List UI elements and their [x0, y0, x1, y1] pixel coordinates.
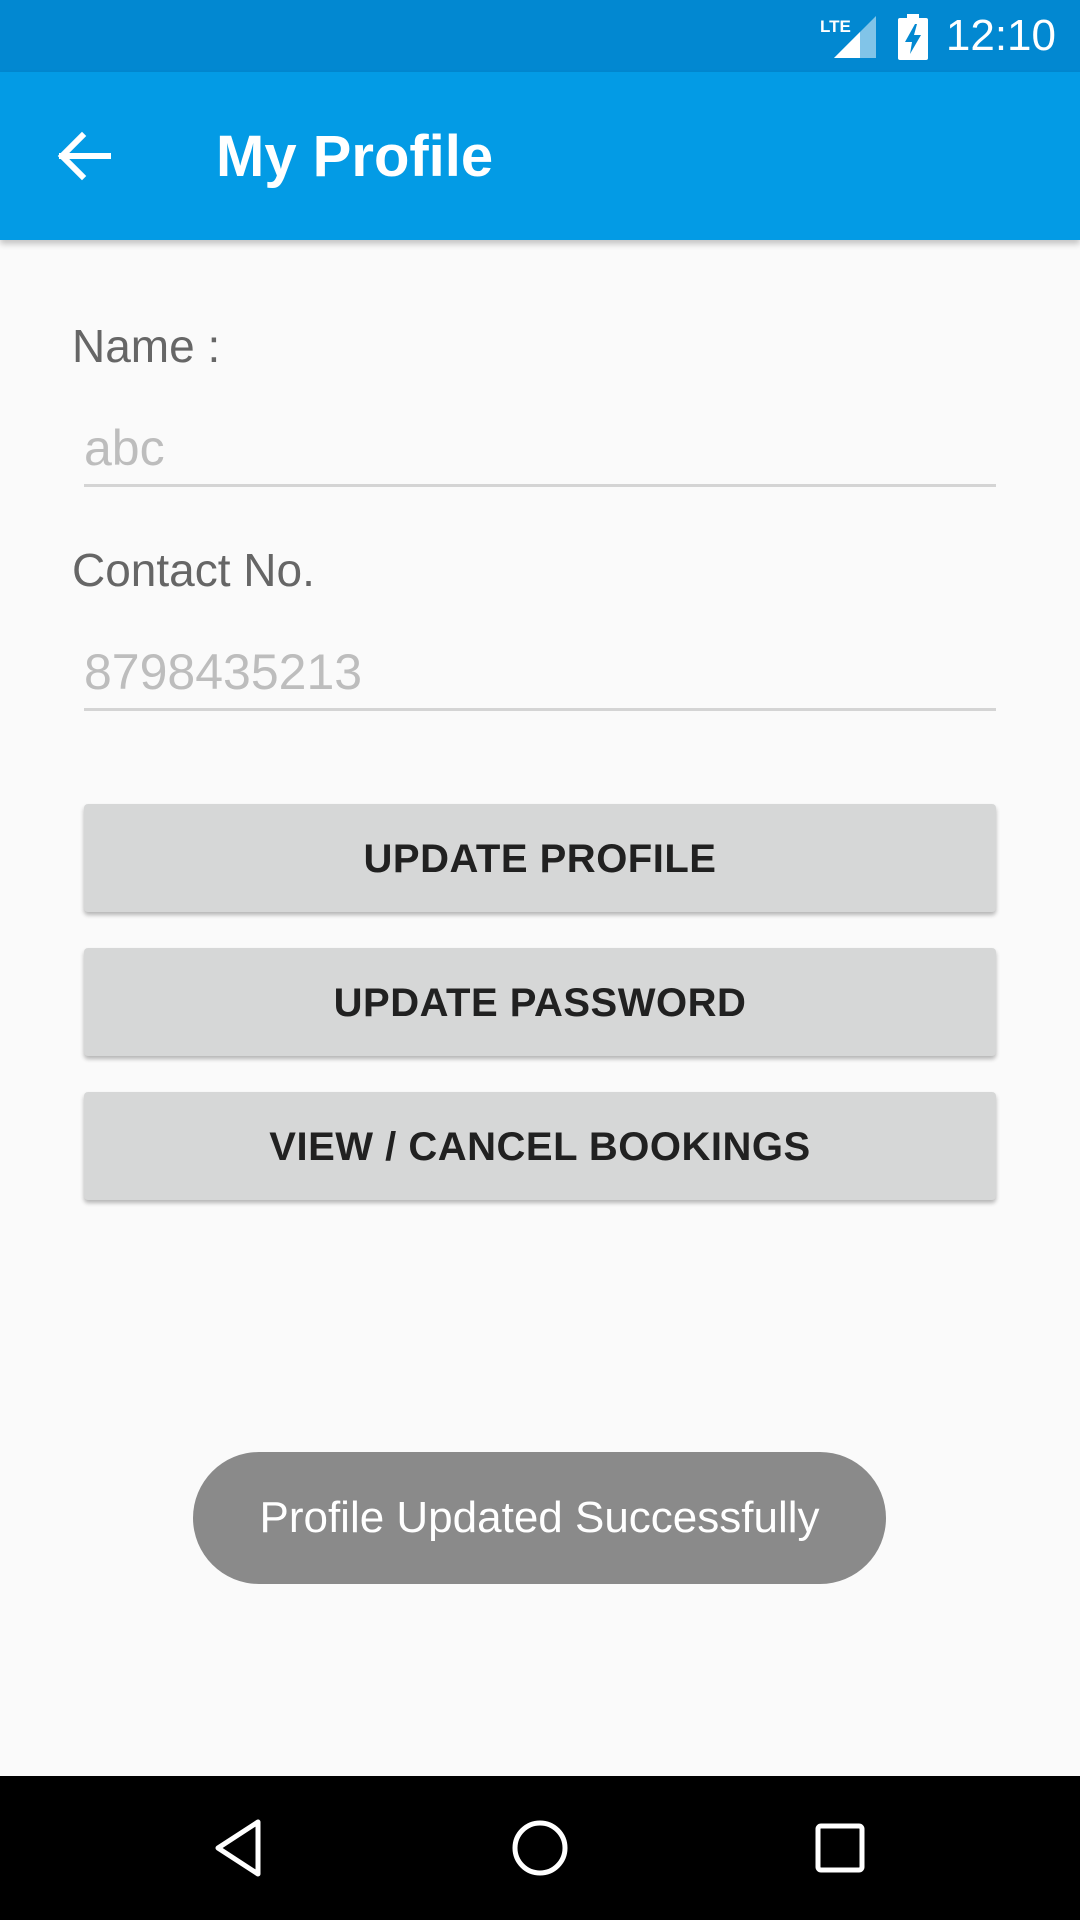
- nav-recents-button[interactable]: [804, 1812, 876, 1884]
- nav-home-button[interactable]: [504, 1812, 576, 1884]
- update-profile-button[interactable]: UPDATE PROFILE: [84, 804, 996, 912]
- arrow-back-icon: [44, 131, 124, 200]
- navigation-bar: [0, 1776, 1080, 1920]
- status-bar: LTE 12:10: [0, 0, 1080, 72]
- svg-text:LTE: LTE: [820, 17, 851, 36]
- app-bar: My Profile: [0, 72, 1080, 240]
- toast-message: Profile Updated Successfully: [193, 1452, 886, 1584]
- contact-label: Contact No.: [72, 544, 315, 596]
- nav-recents-icon: [804, 1823, 876, 1888]
- page-title: My Profile: [216, 124, 494, 189]
- profile-screen: LTE 12:10 My Profile Name : Contact N: [0, 0, 1080, 1920]
- back-button[interactable]: [44, 116, 124, 196]
- name-label: Name :: [72, 320, 221, 372]
- name-field[interactable]: [84, 412, 996, 487]
- contact-field[interactable]: [84, 636, 996, 711]
- status-time: 12:10: [945, 11, 1056, 60]
- lte-signal-icon: LTE: [820, 14, 876, 58]
- update-password-button[interactable]: UPDATE PASSWORD: [84, 948, 996, 1056]
- nav-back-button[interactable]: [204, 1812, 276, 1884]
- view-cancel-bookings-button[interactable]: VIEW / CANCEL BOOKINGS: [84, 1092, 996, 1200]
- nav-back-icon: [204, 1819, 276, 1888]
- battery-charging-icon: [898, 14, 928, 60]
- nav-home-icon: [504, 1820, 576, 1888]
